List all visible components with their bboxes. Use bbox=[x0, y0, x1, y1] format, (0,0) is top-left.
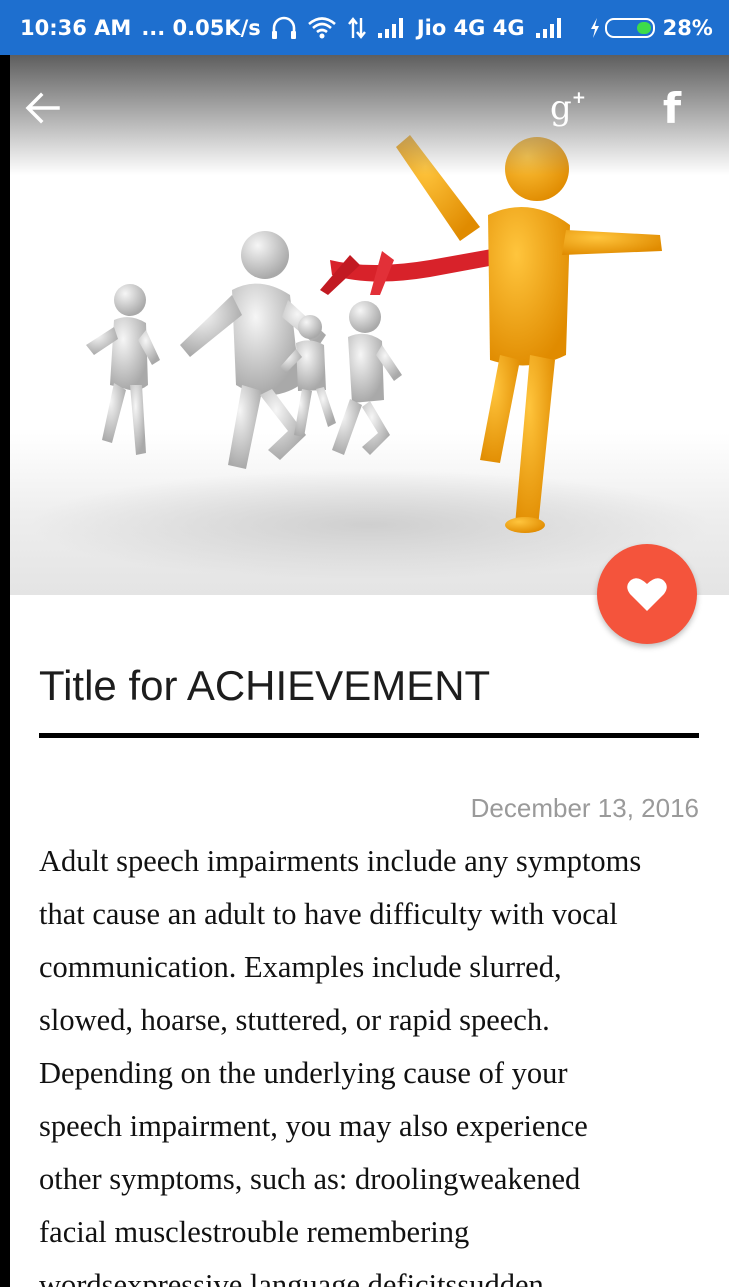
body-line: facial musclestrouble remembering bbox=[39, 1215, 470, 1249]
battery-percent: 28% bbox=[662, 15, 713, 40]
article-date: December 13, 2016 bbox=[470, 793, 699, 823]
back-button[interactable] bbox=[18, 83, 68, 133]
body-line: other symptoms, such as: droolingweakene… bbox=[39, 1162, 581, 1196]
facebook-icon: f bbox=[662, 83, 682, 133]
google-plus-share-button[interactable]: g+ bbox=[543, 83, 593, 133]
headset-icon bbox=[271, 16, 297, 40]
body-line: Depending on the underlying cause of you… bbox=[39, 1056, 568, 1090]
wifi-icon bbox=[307, 16, 337, 40]
body-line: slowed, hoarse, stuttered, or rapid spee… bbox=[39, 1003, 550, 1037]
article-screen: g+ f Title for ACHIEVEMENT December 13, … bbox=[10, 55, 729, 1287]
signal-icon bbox=[535, 17, 565, 39]
toolbar-scrim bbox=[10, 55, 729, 175]
body-line: wordsexpressive language deficitssudden bbox=[39, 1268, 544, 1287]
article-body: Adult speech impairments include any sym… bbox=[39, 835, 701, 1287]
battery-icon bbox=[604, 17, 655, 38]
facebook-share-button[interactable]: f bbox=[647, 83, 697, 133]
body-line: that cause an adult to have difficulty w… bbox=[39, 897, 618, 931]
charging-icon bbox=[589, 17, 601, 39]
status-bar: 10:36 AM ... 0.05K/s Jio 4G 4G 28% bbox=[0, 0, 729, 55]
hero-image bbox=[10, 55, 729, 595]
body-line: communication. Examples include slurred, bbox=[39, 950, 562, 984]
google-plus-icon: g+ bbox=[549, 88, 586, 128]
network-speed: ... 0.05K/s bbox=[141, 15, 261, 40]
body-line: Adult speech impairments include any sym… bbox=[39, 844, 642, 878]
carrier-label: Jio 4G 4G bbox=[416, 15, 525, 40]
signal-icon bbox=[377, 17, 407, 39]
arrow-left-icon bbox=[25, 92, 60, 124]
data-arrows-icon bbox=[347, 16, 367, 40]
heart-icon bbox=[627, 578, 667, 611]
article-title: Title for ACHIEVEMENT bbox=[39, 662, 491, 709]
clock: 10:36 AM bbox=[20, 15, 132, 40]
body-line: speech impairment, you may also experien… bbox=[39, 1109, 588, 1143]
title-divider bbox=[39, 733, 699, 738]
favorite-button[interactable] bbox=[597, 544, 697, 644]
